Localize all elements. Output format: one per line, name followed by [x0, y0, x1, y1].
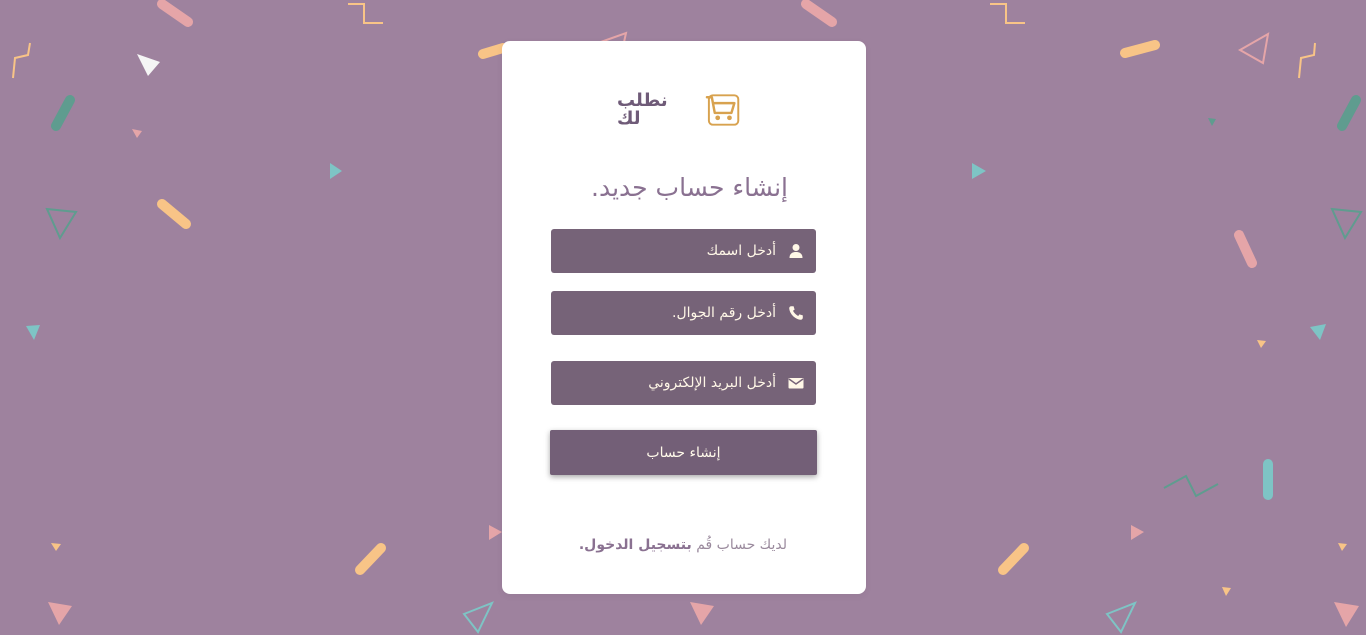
confetti-triangle-outline [1105, 601, 1138, 634]
confetti-triangle [26, 325, 40, 340]
name-placeholder: أدخل اسمك [706, 243, 776, 259]
confetti-zigzag [348, 3, 383, 24]
page-title: إنشاء حساب جديد. [591, 173, 788, 202]
user-icon [789, 244, 803, 258]
phone-field[interactable]: أدخل رقم الجوال. [551, 291, 816, 335]
confetti-pill [355, 543, 386, 575]
confetti-triangle [137, 54, 160, 76]
confetti-triangle [51, 543, 61, 551]
login-prompt: لديك حساب قُم بتسجيل الدخول. [579, 537, 787, 553]
confetti-pill [478, 43, 508, 59]
confetti-zigzag [990, 3, 1025, 24]
confetti-zigzag [1163, 474, 1219, 498]
name-field[interactable]: أدخل اسمك [551, 229, 816, 273]
email-placeholder: أدخل البريد الإلكتروني [648, 375, 776, 391]
confetti-triangle-outline [1330, 207, 1363, 241]
shopping-cart-icon [705, 94, 740, 126]
confetti-pill [998, 543, 1029, 575]
confetti-pill [801, 0, 837, 27]
login-link[interactable]: بتسجيل الدخول. [579, 537, 692, 553]
phone-placeholder: أدخل رقم الجوال. [672, 305, 776, 321]
email-field[interactable]: أدخل البريد الإلكتروني [551, 361, 816, 405]
confetti-triangle-outline [45, 207, 78, 241]
confetti-triangle [690, 602, 714, 625]
confetti-triangle [489, 525, 502, 540]
login-prompt-text: لديك حساب قُم [696, 537, 787, 553]
confetti-triangle [972, 163, 986, 179]
envelope-icon [788, 378, 804, 389]
confetti-zigzag [12, 42, 31, 79]
confetti-triangle [330, 163, 342, 179]
confetti-triangle-outline [1237, 32, 1270, 65]
confetti-triangle [1222, 587, 1231, 596]
signup-card: نطلب لك إنشاء حساب جديد. أدخل اسمك أدخل … [502, 41, 866, 594]
confetti-triangle [1257, 340, 1266, 348]
confetti-triangle [48, 602, 72, 625]
confetti-pill [1120, 40, 1160, 58]
confetti-triangle [1334, 602, 1359, 627]
confetti-triangle [1131, 525, 1144, 540]
confetti-triangle-outline [462, 601, 495, 634]
brand-name: نطلب لك [617, 90, 668, 129]
confetti-triangle [132, 129, 142, 138]
create-account-button[interactable]: إنشاء حساب [550, 430, 817, 475]
brand[interactable]: نطلب لك [617, 89, 743, 131]
confetti-pill [1234, 230, 1257, 268]
confetti-triangle [1208, 118, 1216, 126]
phone-icon [789, 306, 803, 320]
confetti-zigzag [1298, 42, 1316, 79]
confetti-triangle [1338, 543, 1347, 551]
confetti-pill [157, 199, 191, 229]
confetti-pill [51, 95, 75, 131]
confetti-triangle [1310, 324, 1326, 340]
confetti-pill [157, 0, 193, 27]
confetti-pill [1337, 95, 1361, 131]
